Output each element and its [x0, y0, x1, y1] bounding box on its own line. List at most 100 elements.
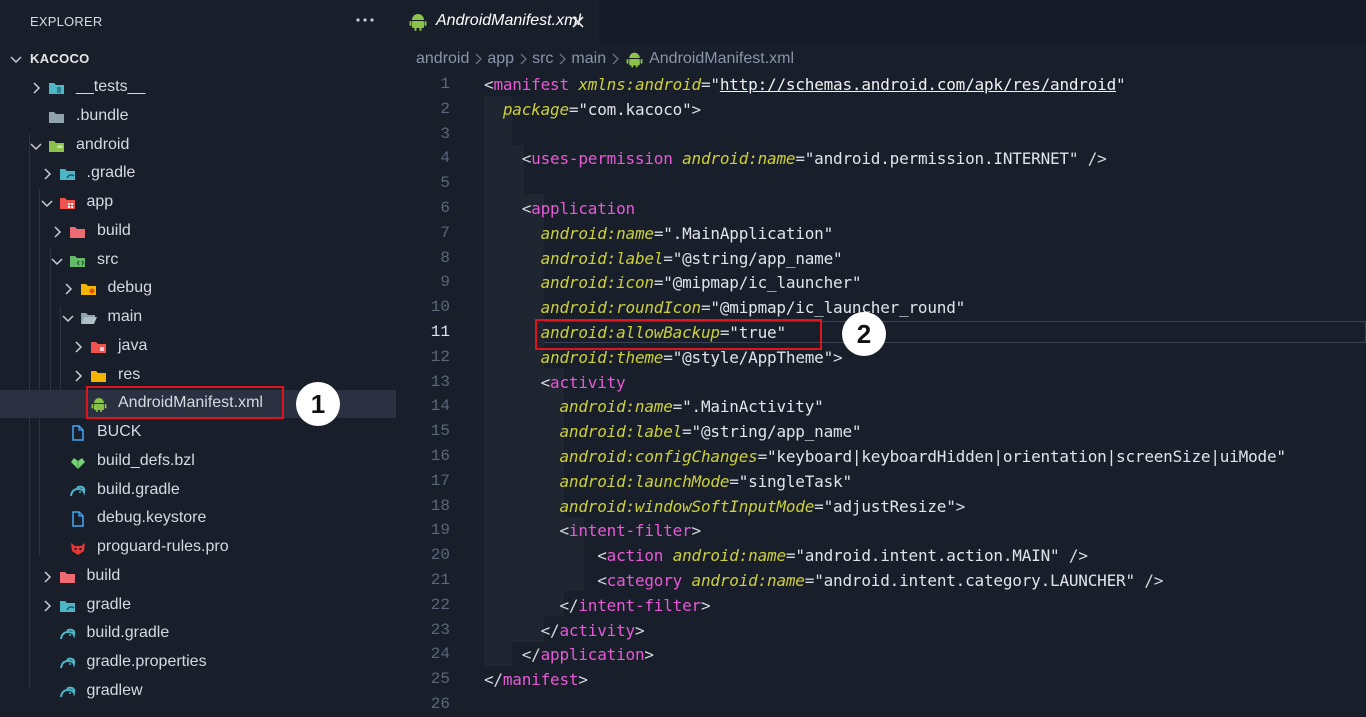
chevron-right-icon[interactable]: [70, 368, 86, 384]
breadcrumb-item[interactable]: src: [532, 50, 553, 68]
tree-item[interactable]: gradle.properties: [0, 649, 396, 677]
chevron-right-icon[interactable]: [70, 339, 86, 355]
code-line: 4 <uses-permission android:name="android…: [396, 146, 1366, 171]
close-icon[interactable]: [568, 12, 588, 32]
breadcrumb-item[interactable]: app: [487, 50, 514, 68]
code-token: category: [606, 571, 683, 590]
android-icon: [409, 14, 427, 31]
tree-item[interactable]: proguard-rules.pro: [0, 534, 396, 562]
tree-item[interactable]: debug.keystore: [0, 505, 396, 533]
tree-item[interactable]: gradlew: [0, 678, 396, 706]
chevron-right-icon[interactable]: [28, 80, 44, 96]
breadcrumb-item[interactable]: AndroidManifest.xml: [649, 50, 794, 68]
project-label: KACOCO: [30, 51, 90, 66]
line-number: 10: [430, 298, 450, 317]
tree-item-label: android: [76, 135, 130, 153]
tree-item[interactable]: __tests__: [0, 74, 396, 102]
tree-item[interactable]: build_defs.bzl: [0, 448, 396, 476]
tree-item[interactable]: .gradle: [0, 160, 396, 188]
code-line: 17 android:launchMode="singleTask": [396, 469, 1366, 494]
tree-item-label: debug: [107, 279, 153, 297]
tree-item[interactable]: app: [0, 189, 396, 217]
code-line: 8 android:label="@string/app_name": [396, 246, 1366, 271]
tree-item-label: __tests__: [76, 78, 146, 95]
code-token: >: [578, 670, 588, 690]
breadcrumb: android app src main AndroidManifest.xml: [416, 50, 794, 72]
tree-item-label: res: [118, 365, 141, 383]
tree-item[interactable]: build: [0, 218, 396, 246]
code-token: application: [531, 199, 635, 218]
tree-item-label: .bundle: [76, 106, 129, 124]
code-text: <category android:name="android.intent.c…: [484, 571, 1163, 590]
code-text: <action android:name="android.intent.act…: [484, 546, 1088, 565]
code-token: <: [484, 546, 607, 566]
code-token: >: [700, 595, 711, 615]
code-token: application: [540, 645, 645, 665]
chevron-right-icon[interactable]: [49, 224, 65, 240]
code-token: android:name: [540, 223, 654, 243]
code-editor[interactable]: 1 <manifest xmlns:android="http://schemas…: [396, 72, 1366, 713]
code-text: android:label="@string/app_name": [484, 249, 843, 268]
folder-icon: [49, 111, 64, 123]
line-number: 25: [430, 670, 450, 689]
chevron-right-icon[interactable]: [39, 569, 55, 585]
code-line: 23 </activity>: [396, 618, 1366, 643]
chevron-right-icon[interactable]: [39, 598, 55, 614]
breadcrumb-item[interactable]: android: [416, 50, 469, 68]
gradle-icon: [59, 657, 75, 669]
line-number: 16: [430, 447, 450, 465]
code-token: "com.kacoco": [578, 99, 692, 119]
line-number: 19: [430, 521, 450, 540]
tree-item[interactable]: BUCK: [0, 419, 396, 447]
tree-item-label: build.gradle: [97, 480, 180, 498]
code-token: >: [644, 645, 654, 665]
code-token: intent-filter: [578, 595, 701, 615]
tab-androidmanifest[interactable]: AndroidManifest.xml: [396, 0, 599, 44]
chevron-down-icon[interactable]: [28, 138, 44, 154]
tree-item[interactable]: build: [0, 563, 396, 591]
tree-indent-guide: [50, 248, 51, 418]
code-token: =: [700, 75, 711, 94]
chevron-down-icon[interactable]: [49, 253, 65, 269]
chevron-right-icon[interactable]: [60, 281, 76, 297]
code-text: android:icon="@mipmap/ic_launcher": [484, 273, 862, 292]
tree-item[interactable]: .bundle: [0, 103, 396, 131]
tree-item[interactable]: gradle: [0, 592, 396, 620]
line-number: 20: [430, 546, 450, 565]
code-text: android:label="@string/app_name": [484, 422, 861, 441]
tree-item[interactable]: build.gradle: [0, 620, 396, 648]
tree-item[interactable]: android: [0, 132, 396, 160]
code-line: 9 android:icon="@mipmap/ic_launcher": [396, 270, 1366, 295]
code-token: xmlns:android: [578, 75, 701, 94]
code-token: ": [1116, 75, 1126, 94]
breadcrumb-item[interactable]: main: [571, 50, 606, 68]
open-folder-icon: [80, 313, 97, 324]
tree-item-label: app: [86, 193, 114, 210]
java-folder-icon: [91, 341, 106, 353]
project-root[interactable]: KACOCO: [0, 46, 396, 72]
tree-item[interactable]: src: [0, 247, 396, 275]
tree-item[interactable]: debug: [0, 275, 396, 303]
code-token: =: [785, 546, 796, 566]
code-line: 6 <application: [396, 196, 1366, 221]
more-actions-icon[interactable]: [353, 8, 377, 32]
callout-badge-1: 1: [296, 382, 340, 426]
code-token: =: [700, 298, 711, 318]
tree-item[interactable]: build.gradle: [0, 477, 396, 505]
file-icon: [72, 425, 84, 441]
tree-item-label: gradlew: [86, 681, 143, 699]
code-token: android:theme: [540, 347, 664, 367]
chevron-down-icon[interactable]: [39, 195, 55, 211]
chevron-right-icon[interactable]: [39, 166, 55, 182]
tree-indent-guide: [29, 134, 30, 689]
code-token: />: [1059, 546, 1088, 566]
gradle-icon: [59, 628, 75, 640]
line-number: 26: [430, 695, 450, 713]
chevron-down-icon[interactable]: [60, 310, 76, 326]
code-token: <: [484, 199, 532, 218]
code-token: <: [484, 571, 607, 590]
